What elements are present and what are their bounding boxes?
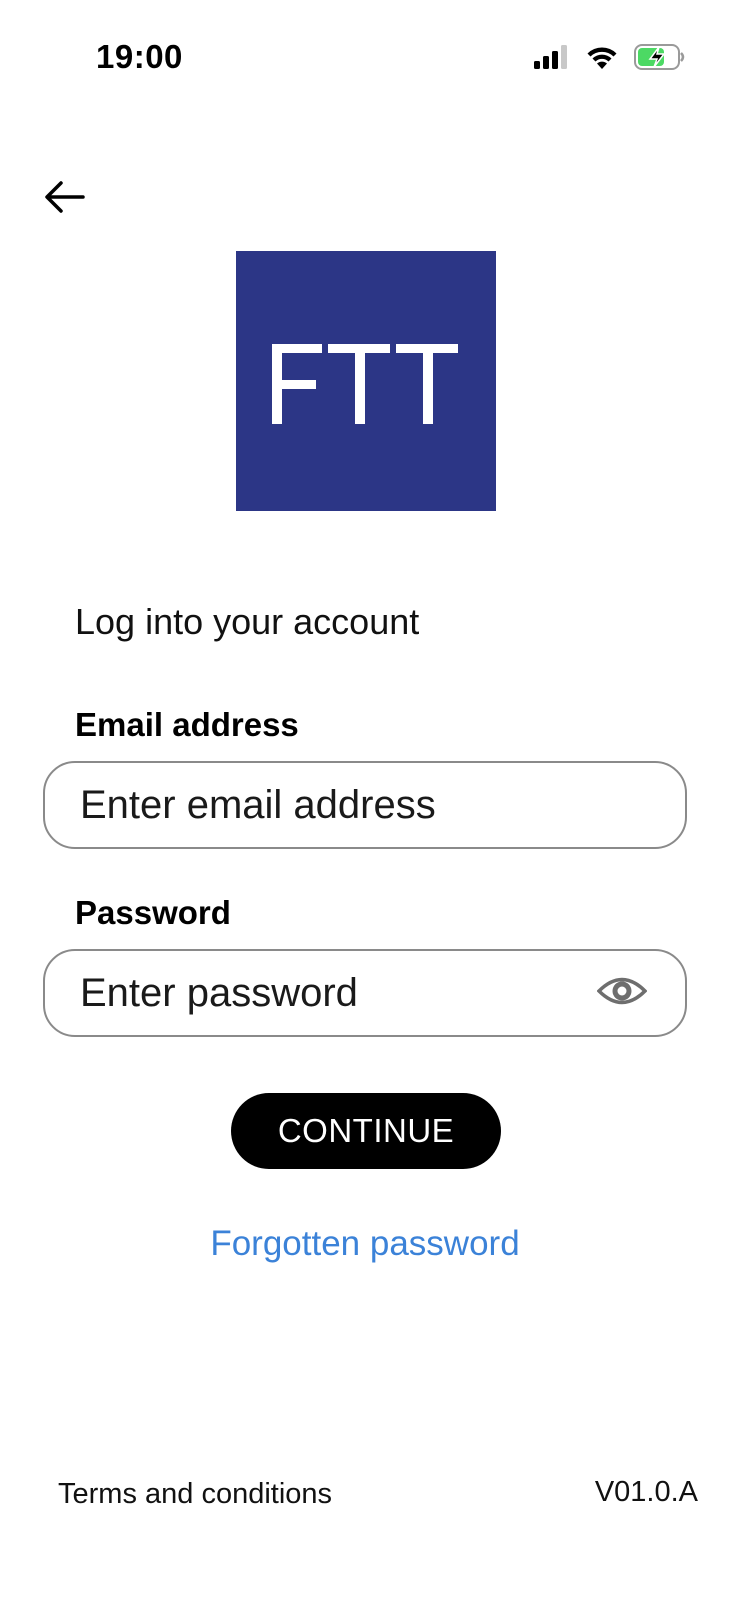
password-label: Password bbox=[75, 894, 231, 931]
page-title: Log into your account bbox=[75, 601, 420, 642]
battery-charging-icon bbox=[634, 44, 686, 75]
status-icons bbox=[534, 44, 686, 75]
password-field-box[interactable] bbox=[43, 949, 687, 1037]
email-field[interactable] bbox=[80, 782, 600, 828]
back-button[interactable] bbox=[38, 172, 92, 226]
status-bar: 19:00 bbox=[0, 0, 746, 120]
arrow-left-icon bbox=[43, 179, 87, 220]
signal-icon bbox=[534, 45, 570, 74]
ftt-logo-mark bbox=[272, 344, 458, 424]
email-field-box[interactable] bbox=[43, 761, 687, 849]
ftt-logo bbox=[236, 251, 496, 511]
forgotten-password-link[interactable]: Forgotten password bbox=[0, 1224, 730, 1264]
terms-and-conditions-link[interactable]: Terms and conditions bbox=[58, 1478, 332, 1511]
status-time: 19:00 bbox=[96, 38, 183, 75]
continue-button[interactable]: CONTINUE bbox=[231, 1093, 501, 1169]
show-password-toggle[interactable] bbox=[596, 973, 648, 1013]
wifi-icon bbox=[586, 45, 618, 74]
email-label: Email address bbox=[75, 706, 299, 743]
eye-icon bbox=[596, 974, 648, 1013]
password-field[interactable] bbox=[80, 970, 600, 1016]
app-version: V01.0.A bbox=[594, 1476, 698, 1508]
